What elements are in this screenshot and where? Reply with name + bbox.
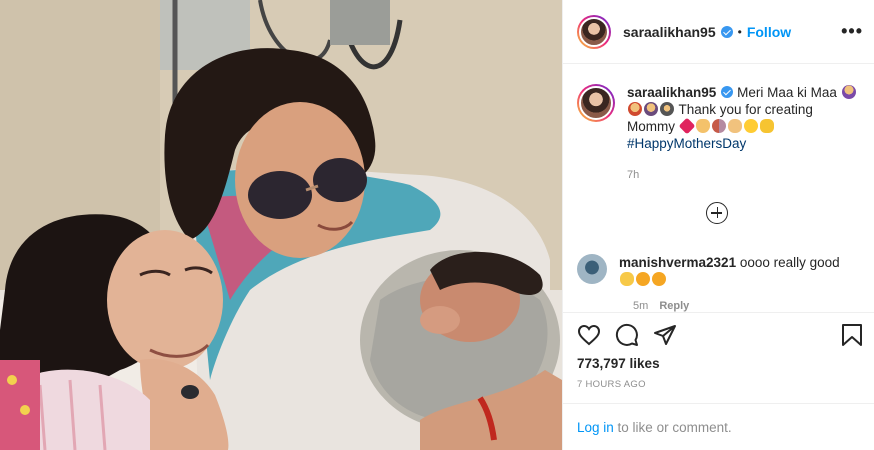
post-photo[interactable] [0, 0, 562, 450]
baby-emoji-icon [628, 102, 642, 116]
raised-hands-emoji-icon [727, 119, 742, 133]
comment-text: oooo really good [739, 255, 840, 270]
comment-meta: 5m Reply [633, 300, 689, 312]
likes-count[interactable]: 773,797 likes [577, 356, 660, 371]
login-prompt-text: to like or comment. [613, 420, 732, 435]
post-actions: 773,797 likes 7 HOURS AGO Log in to like… [563, 312, 874, 450]
verified-badge-icon [720, 25, 733, 38]
login-link[interactable]: Log in [577, 420, 614, 435]
commenter-username[interactable]: manishverma2321 [619, 255, 736, 270]
share-icon[interactable] [653, 323, 677, 347]
caption-avatar[interactable] [577, 84, 615, 122]
woman-headscarf-emoji-icon [660, 102, 674, 116]
post-side-panel: saraalikhan95 • Follow ••• saraalikhan95… [562, 0, 874, 450]
caption-body: saraalikhan95 Meri Maa ki Maa Thank you … [627, 84, 859, 152]
caption-text-1: Meri Maa ki Maa [737, 85, 837, 100]
login-prompt: Log in to like or comment. [563, 403, 874, 450]
post-photo-illustration [0, 0, 562, 450]
caption-time[interactable]: 7h [627, 169, 639, 181]
bookmark-icon[interactable] [841, 323, 863, 347]
comment-body: manishverma2321 oooo really good [619, 254, 859, 288]
grinning-face-emoji-icon [620, 272, 634, 286]
heart-emoji-icon [678, 117, 696, 135]
reply-button[interactable]: Reply [659, 300, 689, 312]
load-more-comments-icon[interactable] [706, 202, 728, 224]
comment-icon[interactable] [615, 323, 639, 347]
heart-eyes-emoji-icon [652, 272, 666, 286]
post-header: saraalikhan95 • Follow ••• [563, 0, 874, 64]
commenter-avatar[interactable] [577, 254, 607, 284]
instagram-post: saraalikhan95 • Follow ••• saraalikhan95… [0, 0, 874, 450]
caption: saraalikhan95 Meri Maa ki Maa Thank you … [577, 84, 862, 152]
author-username[interactable]: saraalikhan95 [623, 24, 716, 40]
woman-emoji-icon [644, 102, 658, 116]
caption-username[interactable]: saraalikhan95 [627, 85, 716, 100]
hatching-chick-emoji-icon [743, 119, 758, 133]
folded-hands-emoji-icon [695, 119, 710, 133]
comment-time[interactable]: 5m [633, 300, 648, 312]
author-avatar[interactable] [577, 14, 611, 49]
baby-chick-emoji-icon [759, 119, 774, 133]
separator-dot: • [737, 24, 742, 39]
post-time-ago[interactable]: 7 HOURS AGO [577, 379, 646, 390]
heart-eyes-emoji-icon [636, 272, 650, 286]
verified-badge-icon [721, 86, 734, 98]
family-emoji-icon [711, 119, 726, 133]
more-options-icon[interactable]: ••• [841, 21, 863, 42]
caption-hashtag[interactable]: #HappyMothersDay [627, 135, 859, 152]
comment-item: manishverma2321 oooo really good 5m Repl… [577, 254, 862, 312]
follow-button[interactable]: Follow [747, 24, 791, 40]
woman-gesturing-emoji-icon [841, 85, 856, 99]
heart-icon[interactable] [577, 323, 601, 347]
